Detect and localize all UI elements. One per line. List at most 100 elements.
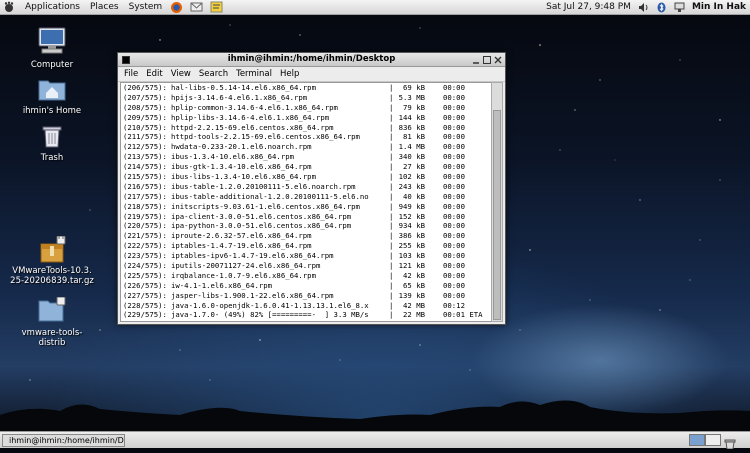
line-time: 00:00 <box>443 211 465 221</box>
line-time: 00:00 <box>443 112 465 122</box>
desktop-icon-computer[interactable]: Computer <box>7 27 97 70</box>
gnome-foot-icon[interactable] <box>3 1 17 13</box>
line-separator: | <box>389 280 394 290</box>
line-time: 00:00 <box>443 83 465 92</box>
window-menu-icon[interactable] <box>122 56 130 64</box>
desktop-icon-label-line2: distrib <box>38 338 66 348</box>
firefox-launcher-icon[interactable] <box>170 1 184 13</box>
line-counter: (212/575): <box>123 142 167 152</box>
applications-menu[interactable]: Applications <box>20 0 85 14</box>
line-package: iw-4.1-1.el6.x86_64.rpm <box>171 280 273 290</box>
line-time: 00:00 <box>443 191 465 201</box>
terminal-line: (225/575): irqbalance-1.0.7-9.el6.x86_64.… <box>121 271 491 281</box>
bluetooth-icon[interactable] <box>656 2 667 13</box>
network-icon[interactable] <box>674 2 685 13</box>
line-time: 00:00 <box>443 270 465 280</box>
workspace-1[interactable] <box>689 434 705 446</box>
menu-terminal[interactable]: Terminal <box>232 69 276 79</box>
minimize-icon[interactable] <box>472 56 479 64</box>
line-time: 00:00 <box>443 221 465 231</box>
menu-edit[interactable]: Edit <box>142 69 166 79</box>
notes-launcher-icon[interactable] <box>210 1 224 13</box>
user-menu[interactable]: Min In Hak <box>692 2 746 12</box>
line-counter: (211/575): <box>123 132 167 142</box>
menu-help[interactable]: Help <box>276 69 303 79</box>
home-folder-icon <box>7 77 97 104</box>
line-counter: (217/575): <box>123 191 167 201</box>
line-separator: | <box>389 201 394 211</box>
terminal-titlebar[interactable]: ihmin@ihmin:/home/ihmin/Desktop <box>118 53 505 67</box>
line-size: 836 kB <box>398 122 425 132</box>
line-separator: | <box>389 162 394 172</box>
line-time: 00:00 <box>443 231 465 241</box>
maximize-icon[interactable] <box>483 56 491 64</box>
line-size: 22 MB <box>403 310 425 320</box>
line-package: java-1.7.0- (49%) 82% [=========- ] 3.3 … <box>171 310 369 320</box>
taskbar-terminal-button[interactable]: ihmin@ihmin:/home/ihmin/Desktop <box>2 434 125 447</box>
line-size: 152 kB <box>398 211 425 221</box>
line-size: 42 MB <box>403 300 425 310</box>
line-package: hplip-libs-3.14.6-4.el6.1.x86_64.rpm <box>171 112 330 122</box>
scrollbar-thumb[interactable] <box>493 110 501 320</box>
line-counter: (224/575): <box>123 261 167 271</box>
mail-launcher-icon[interactable] <box>190 1 204 13</box>
line-package: ipa-python-3.0.0-51.el6.centos.x86_64.rp… <box>171 221 352 231</box>
line-separator: | <box>389 92 394 102</box>
line-size: 79 kB <box>403 102 425 112</box>
desktop-icon-trash[interactable]: Trash <box>7 124 97 163</box>
line-size: 65 kB <box>403 280 425 290</box>
line-separator: | <box>389 310 394 320</box>
line-package: ibus-gtk-1.3.4-10.el6.x86_64.rpm <box>171 162 312 172</box>
line-time: 00:00 <box>443 122 465 132</box>
line-package: iptables-1.4.7-19.el6.x86_64.rpm <box>171 241 312 251</box>
line-package: iputils-20071127-24.el6.x86_64.rpm <box>171 261 321 271</box>
places-menu[interactable]: Places <box>85 0 124 14</box>
desktop-icon-label-line1: vmware-tools- <box>21 328 83 338</box>
line-size: 934 kB <box>398 221 425 231</box>
trash-applet-icon[interactable] <box>724 434 736 453</box>
line-package: hwdata-0.233-20.1.el6.noarch.rpm <box>171 142 312 152</box>
system-menu[interactable]: System <box>124 0 168 14</box>
desktop-icon-vmwaretools-archive[interactable]: VMwareTools-10.3. 25-20206839.tar.gz <box>7 235 97 286</box>
menu-file[interactable]: File <box>120 69 142 79</box>
horizon-silhouette <box>0 400 750 431</box>
menu-view[interactable]: View <box>167 69 195 79</box>
line-counter: (216/575): <box>123 181 167 191</box>
line-counter: (210/575): <box>123 122 167 132</box>
terminal-line: (213/575): ibus-1.3.4-10.el6.x86_64.rpm | 3… <box>121 152 491 162</box>
volume-icon[interactable] <box>638 2 649 13</box>
desktop-icon-home[interactable]: ihmin's Home <box>7 77 97 116</box>
line-time: 00:01 ETA <box>443 310 483 320</box>
line-separator: | <box>389 83 394 92</box>
desktop-icon-label: Computer <box>30 60 74 70</box>
line-size: 42 kB <box>403 270 425 280</box>
desktop-icon-label: Trash <box>40 153 64 163</box>
line-time: 00:00 <box>443 261 465 271</box>
line-counter: (208/575): <box>123 102 167 112</box>
menu-search[interactable]: Search <box>195 69 232 79</box>
computer-icon <box>7 27 97 58</box>
line-time: 00:00 <box>443 251 465 261</box>
desktop-icon-vmware-tools-distrib[interactable]: vmware-tools- distrib <box>7 296 97 348</box>
workspace-2[interactable] <box>705 434 721 446</box>
line-separator: | <box>389 102 394 112</box>
line-size: 27 kB <box>403 162 425 172</box>
line-package: iproute-2.6.32-57.el6.x86_64.rpm <box>171 231 312 241</box>
close-icon[interactable] <box>494 56 502 64</box>
line-separator: | <box>389 231 394 241</box>
line-time: 00:00 <box>443 280 465 290</box>
terminal-line: (209/575): hplip-libs-3.14.6-4.el6.1.x86_… <box>121 113 491 123</box>
line-package: ibus-libs-1.3.4-10.el6.x86_64.rpm <box>171 172 316 182</box>
line-counter: (229/575): <box>123 310 167 320</box>
line-counter: (207/575): <box>123 92 167 102</box>
terminal-scrollbar[interactable] <box>491 82 503 322</box>
terminal-window[interactable]: ihmin@ihmin:/home/ihmin/Desktop File Edi… <box>117 52 506 325</box>
line-package: hplip-common-3.14.6-4.el6.1.x86_64.rpm <box>171 102 338 112</box>
terminal-line: (208/575): hplip-common-3.14.6-4.el6.1.x8… <box>121 103 491 113</box>
line-separator: | <box>389 221 394 231</box>
line-time: 00:00 <box>443 201 465 211</box>
line-counter: (218/575): <box>123 201 167 211</box>
terminal-output[interactable]: (206/575): hal-libs-0.5.14-14.el6.x86_64.… <box>120 82 492 322</box>
line-separator: | <box>389 181 394 191</box>
clock[interactable]: Sat Jul 27, 9:48 PM <box>546 2 631 12</box>
